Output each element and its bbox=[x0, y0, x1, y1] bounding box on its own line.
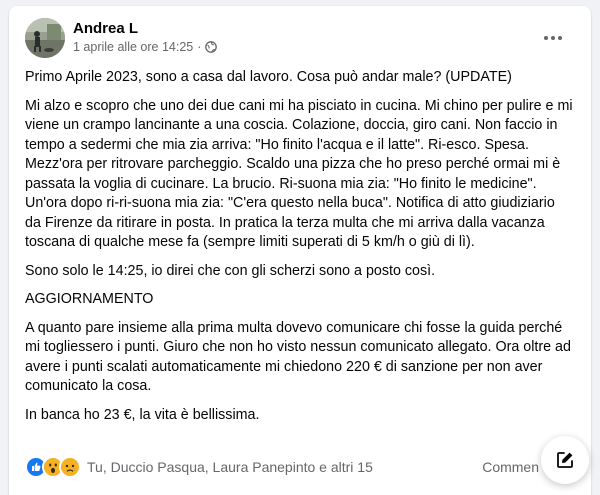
more-options-button[interactable] bbox=[539, 24, 567, 52]
reaction-icons bbox=[25, 456, 81, 478]
post-card: Andrea L 1 aprile alle ore 14:25 · Primo… bbox=[9, 6, 591, 495]
reactions-summary[interactable]: Tu, Duccio Pasqua, Laura Panepinto e alt… bbox=[25, 456, 373, 478]
avatar-photo bbox=[25, 18, 65, 58]
post-header: Andrea L 1 aprile alle ore 14:25 · bbox=[25, 18, 575, 58]
post-timestamp[interactable]: 1 aprile alle ore 14:25 bbox=[73, 40, 193, 54]
post-title-line: Primo Aprile 2023, sono a casa dal lavor… bbox=[25, 69, 512, 85]
meta-separator: · bbox=[197, 40, 202, 54]
post-update-heading: AGGIORNAMENTO bbox=[25, 291, 154, 307]
post-body: Primo Aprile 2023, sono a casa dal lavor… bbox=[25, 68, 573, 434]
post-meta: 1 aprile alle ore 14:25 · bbox=[73, 40, 218, 54]
post-paragraph-time: Sono solo le 14:25, io direi che con gli… bbox=[25, 262, 436, 279]
compose-icon bbox=[557, 452, 573, 468]
author-name[interactable]: Andrea L bbox=[73, 20, 138, 37]
reactions-text[interactable]: Tu, Duccio Pasqua, Laura Panepinto e alt… bbox=[87, 459, 373, 475]
post-paragraph-story: Mi alzo e scopro che uno dei due cani mi… bbox=[25, 97, 573, 251]
compose-button[interactable] bbox=[541, 436, 589, 484]
post-paragraph-closing: In banca ho 23 €, la vita è bellissima. bbox=[25, 406, 260, 423]
avatar[interactable] bbox=[25, 18, 65, 58]
sad-icon bbox=[59, 456, 81, 478]
globe-icon bbox=[205, 41, 218, 53]
post-paragraph-update: A quanto pare insieme alla prima multa d… bbox=[25, 319, 571, 395]
more-horizontal-icon bbox=[544, 36, 562, 40]
comments-count[interactable]: Commen bbox=[482, 459, 539, 475]
